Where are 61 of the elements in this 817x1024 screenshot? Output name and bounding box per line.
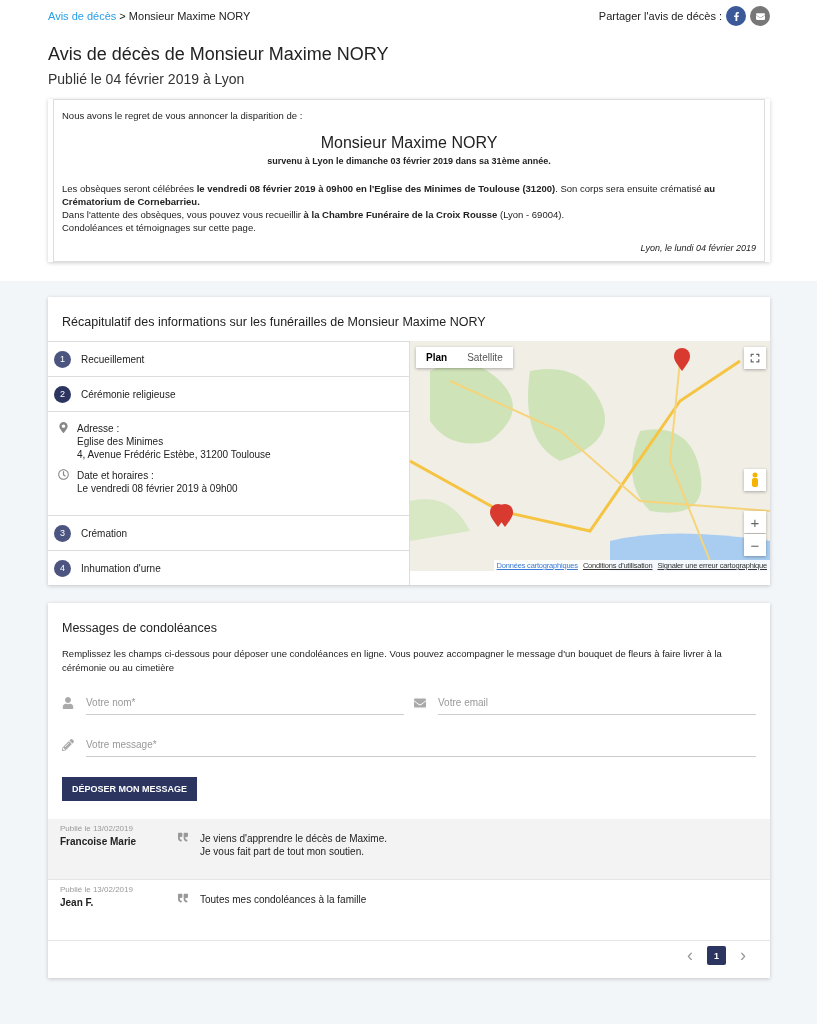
notice-paragraph: Les obsèques seront célébrées le vendredi 08 février 2019 à 09h00 en l'Eglise des Minimes de Toulouse (31200). Son corps sera ensuite crématisé au Crématorium de Cornebarrieu. (62, 182, 717, 208)
recap-title: Récapitulatif des informations sur les funérailles de Monsieur Maxime NORY (61, 314, 487, 331)
zoom-in-button[interactable]: + (744, 511, 766, 533)
step-label: Crémation (81, 527, 128, 539)
fullscreen-button[interactable] (744, 347, 766, 369)
step-number: 2 (54, 385, 71, 403)
deceased-name: Monsieur Maxime NORY (319, 136, 499, 149)
map-type-tab[interactable]: Plan (416, 347, 458, 368)
detail-line: Eglise des Minimes (77, 435, 165, 448)
facebook-share-button[interactable] (726, 6, 746, 26)
notice-paragraph: Condoléances et témoignages sur cette page. (62, 221, 257, 234)
input-field[interactable]: Votre nom* (86, 691, 404, 715)
figure-icon (750, 472, 760, 488)
step-number: 1 (54, 350, 71, 368)
message-date: Publié le 13/02/2019 (60, 885, 134, 894)
condolences-description: Remplissez les champs ci-dessous pour déposer une condoléances en ligne. Vous pouvez accompagner le message d'un bouquet de fleurs à faire livrer à la cérémonie ou au cimetière (61, 647, 723, 675)
facebook-icon (731, 11, 741, 21)
map-type-tab[interactable]: Satellite (457, 347, 513, 368)
accordion-header[interactable]: 3 Crémation (48, 515, 409, 550)
envelope-icon (755, 11, 765, 21)
accordion-header[interactable]: 4 Inhumation d'urne (48, 550, 409, 585)
death-line: survenu à Lyon le dimanche 03 février 2019 dans sa 31ème année. (266, 155, 552, 168)
input-field[interactable]: Votre email (438, 691, 756, 715)
page-title: Avis de décès de Monsieur Maxime NORY (48, 44, 390, 65)
step-number: 4 (54, 559, 71, 577)
clock-icon (58, 469, 69, 480)
quote-icon (178, 832, 188, 842)
envelope-icon (414, 697, 426, 709)
email-share-button[interactable] (750, 6, 770, 26)
condolences-title: Messages de condoléances (61, 620, 218, 637)
detail-line: 4, Avenue Frédéric Estèbe, 31200 Toulouse (77, 448, 271, 461)
step-label: Recueillement (81, 353, 145, 365)
quote-icon (178, 893, 188, 903)
accordion-header[interactable]: 2 Cérémonie religieuse (48, 376, 409, 411)
fullscreen-icon (750, 353, 760, 363)
message-author: Francoise Marie (60, 836, 138, 847)
step-label: Inhumation d'urne (81, 562, 161, 574)
message-author: Jean F. (60, 897, 95, 908)
person-icon (62, 697, 74, 709)
breadcrumb: Avis de décès > Monsieur Maxime NORY (48, 10, 251, 22)
detail-line: Le vendredi 08 février 2019 à 09h00 (77, 482, 238, 495)
share-label: Partager l'avis de décès : (598, 10, 722, 22)
pencil-icon (62, 739, 74, 751)
message-text: Je vous fait part de tout mon soutien. (200, 845, 365, 858)
notice-intro: Nous avons le regret de vous annoncer la disparition de : (62, 109, 304, 122)
location-pin-icon (58, 422, 69, 433)
detail-label: Adresse : (77, 422, 121, 435)
zoom-out-button[interactable]: − (744, 534, 766, 556)
page-subtitle: Publié le 04 février 2019 à Lyon (48, 71, 246, 87)
step-number: 3 (54, 524, 71, 542)
message-text: Je viens d'apprendre le décès de Maxime. (200, 832, 387, 845)
detail-label: Date et horaires : (77, 469, 155, 482)
submit-button[interactable]: DÉPOSER MON MESSAGE (62, 777, 198, 801)
input-field[interactable]: Votre message* (86, 733, 756, 757)
message-text: Toutes mes condoléances à la famille (200, 893, 367, 906)
accordion-header[interactable]: 1 Recueillement (48, 341, 409, 376)
message-date: Publié le 13/02/2019 (60, 824, 134, 833)
step-label: Cérémonie religieuse (81, 388, 176, 400)
notice-signature: Lyon, le lundi 04 février 2019 (639, 242, 756, 255)
page-button[interactable]: 1 (707, 946, 726, 965)
notice-paragraph: Dans l'attente des obsèques, vous pouvez vous recueillir à la Chambre Funéraire de la Croix Rousse (Lyon - 69004). (62, 208, 566, 221)
